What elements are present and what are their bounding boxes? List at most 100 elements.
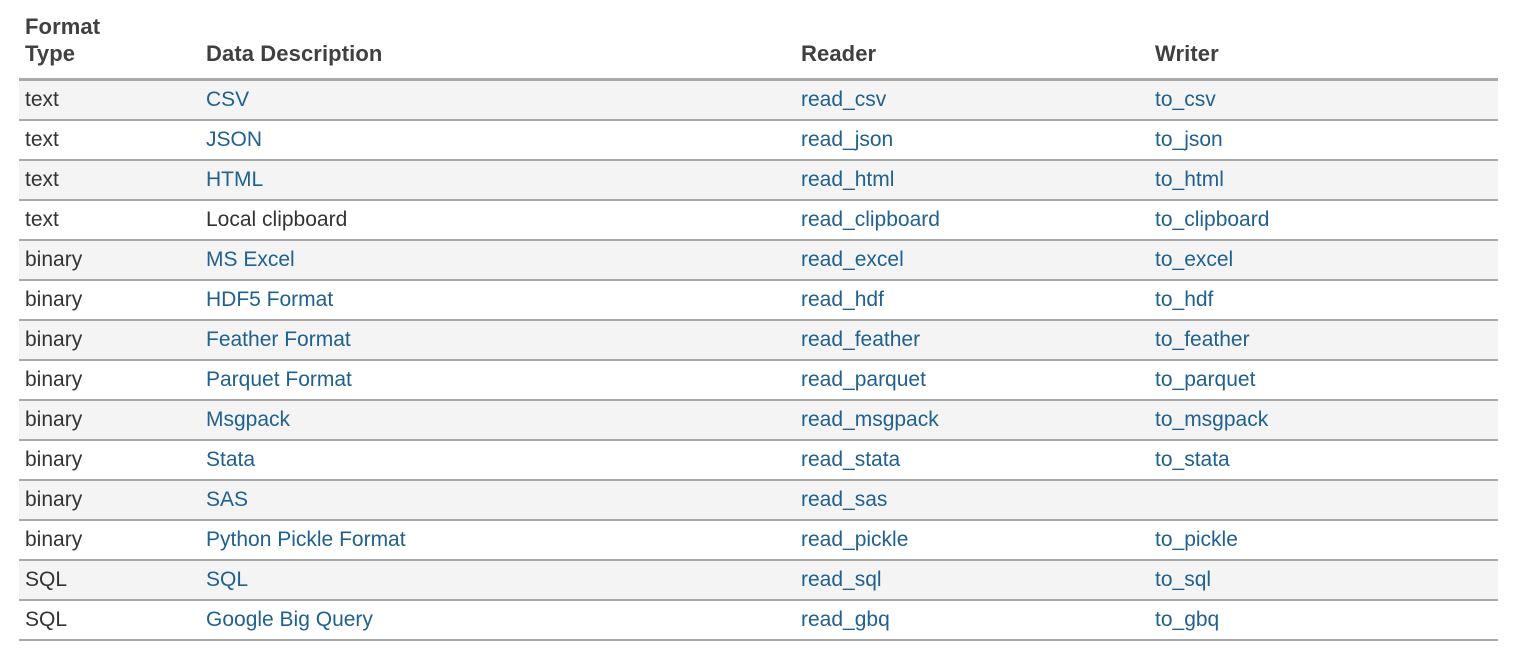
table-row: binary Stata read_stata to_stata: [19, 439, 1498, 481]
data-description-link[interactable]: JSON: [206, 128, 262, 151]
table-row: SQL Google Big Query read_gbq to_gbq: [19, 599, 1498, 641]
writer-link[interactable]: to_json: [1155, 128, 1223, 151]
reader-link[interactable]: read_sas: [801, 488, 887, 511]
cell-data-description[interactable]: Msgpack: [206, 399, 801, 441]
writer-link[interactable]: to_gbq: [1155, 608, 1219, 631]
cell-data-description[interactable]: Stata: [206, 439, 801, 481]
column-header-format-type-line2: Type: [25, 40, 76, 66]
writer-link[interactable]: to_pickle: [1155, 528, 1238, 551]
cell-reader[interactable]: read_csv: [801, 79, 1155, 121]
reader-link[interactable]: read_msgpack: [801, 408, 939, 431]
reader-link[interactable]: read_hdf: [801, 288, 884, 311]
reader-link[interactable]: read_feather: [801, 328, 920, 351]
cell-reader[interactable]: read_hdf: [801, 279, 1155, 321]
column-header-format-type: Format Type: [19, 14, 206, 81]
reader-link[interactable]: read_sql: [801, 568, 882, 591]
cell-writer[interactable]: to_msgpack: [1155, 399, 1498, 441]
writer-link[interactable]: to_hdf: [1155, 288, 1213, 311]
cell-reader[interactable]: read_feather: [801, 319, 1155, 361]
reader-link[interactable]: read_stata: [801, 448, 900, 471]
cell-writer[interactable]: to_hdf: [1155, 279, 1498, 321]
cell-reader[interactable]: read_parquet: [801, 359, 1155, 401]
cell-writer[interactable]: to_parquet: [1155, 359, 1498, 401]
data-description-link[interactable]: Feather Format: [206, 328, 351, 351]
cell-reader[interactable]: read_sas: [801, 479, 1155, 521]
writer-link[interactable]: to_feather: [1155, 328, 1250, 351]
cell-data-description[interactable]: Feather Format: [206, 319, 801, 361]
cell-reader[interactable]: read_clipboard: [801, 199, 1155, 241]
writer-link[interactable]: to_html: [1155, 168, 1224, 191]
format-type-text: text: [25, 167, 59, 191]
cell-data-description[interactable]: CSV: [206, 79, 801, 121]
data-description-link[interactable]: Msgpack: [206, 408, 290, 431]
cell-reader[interactable]: read_msgpack: [801, 399, 1155, 441]
cell-writer[interactable]: to_feather: [1155, 319, 1498, 361]
writer-link[interactable]: to_sql: [1155, 568, 1211, 591]
reader-link[interactable]: read_excel: [801, 248, 904, 271]
format-type-text: text: [25, 87, 59, 111]
cell-reader[interactable]: read_pickle: [801, 519, 1155, 561]
cell-writer[interactable]: to_pickle: [1155, 519, 1498, 561]
writer-link[interactable]: to_clipboard: [1155, 208, 1269, 231]
cell-data-description[interactable]: Google Big Query: [206, 599, 801, 641]
reader-link[interactable]: read_json: [801, 128, 893, 151]
column-header-writer: Writer: [1155, 14, 1498, 81]
column-header-reader: Reader: [801, 14, 1155, 81]
cell-reader[interactable]: read_json: [801, 119, 1155, 161]
cell-reader[interactable]: read_gbq: [801, 599, 1155, 641]
cell-reader[interactable]: read_sql: [801, 559, 1155, 601]
cell-format-type: binary: [19, 439, 206, 481]
cell-writer[interactable]: to_json: [1155, 119, 1498, 161]
data-description-link[interactable]: Python Pickle Format: [206, 528, 406, 551]
cell-writer[interactable]: to_clipboard: [1155, 199, 1498, 241]
cell-writer[interactable]: to_html: [1155, 159, 1498, 201]
data-description-link[interactable]: CSV: [206, 88, 249, 111]
writer-link[interactable]: to_stata: [1155, 448, 1230, 471]
cell-writer[interactable]: to_stata: [1155, 439, 1498, 481]
cell-format-type: text: [19, 119, 206, 161]
data-description-link[interactable]: Parquet Format: [206, 368, 352, 391]
format-type-text: binary: [25, 287, 83, 311]
cell-format-type: binary: [19, 239, 206, 281]
table-row: binary HDF5 Format read_hdf to_hdf: [19, 279, 1498, 321]
reader-link[interactable]: read_csv: [801, 88, 886, 111]
writer-link[interactable]: to_msgpack: [1155, 408, 1268, 431]
writer-link[interactable]: to_parquet: [1155, 368, 1255, 391]
format-type-text: binary: [25, 447, 83, 471]
table-row: binary Python Pickle Format read_pickle to_…: [19, 519, 1498, 561]
cell-data-description[interactable]: Parquet Format: [206, 359, 801, 401]
reader-link[interactable]: read_parquet: [801, 368, 926, 391]
reader-link[interactable]: read_clipboard: [801, 208, 940, 231]
cell-writer[interactable]: to_gbq: [1155, 599, 1498, 641]
cell-data-description[interactable]: JSON: [206, 119, 801, 161]
cell-reader[interactable]: read_html: [801, 159, 1155, 201]
table-row: binary SAS read_sas: [19, 479, 1498, 521]
data-description-link[interactable]: MS Excel: [206, 248, 295, 271]
cell-data-description[interactable]: MS Excel: [206, 239, 801, 281]
table-row: text Local clipboard read_clipboard to_clip…: [19, 199, 1498, 241]
cell-data-description[interactable]: HTML: [206, 159, 801, 201]
table-header-row: Format Type Data Description Reader Writ…: [19, 14, 1498, 81]
cell-data-description[interactable]: Python Pickle Format: [206, 519, 801, 561]
writer-link[interactable]: to_excel: [1155, 248, 1233, 271]
cell-reader[interactable]: read_excel: [801, 239, 1155, 281]
table-row: binary Parquet Format read_parquet to_parqu…: [19, 359, 1498, 401]
data-description-link[interactable]: HDF5 Format: [206, 288, 333, 311]
cell-data-description[interactable]: SAS: [206, 479, 801, 521]
cell-writer[interactable]: to_sql: [1155, 559, 1498, 601]
cell-format-type: binary: [19, 399, 206, 441]
cell-writer[interactable]: to_csv: [1155, 79, 1498, 121]
cell-data-description[interactable]: HDF5 Format: [206, 279, 801, 321]
data-description-link[interactable]: Google Big Query: [206, 608, 373, 631]
writer-link[interactable]: to_csv: [1155, 88, 1216, 111]
reader-link[interactable]: read_pickle: [801, 528, 908, 551]
reader-link[interactable]: read_html: [801, 168, 894, 191]
cell-writer[interactable]: to_excel: [1155, 239, 1498, 281]
cell-reader[interactable]: read_stata: [801, 439, 1155, 481]
data-description-link[interactable]: HTML: [206, 168, 263, 191]
data-description-link[interactable]: SAS: [206, 488, 248, 511]
data-description-link[interactable]: Stata: [206, 448, 255, 471]
reader-link[interactable]: read_gbq: [801, 608, 890, 631]
cell-data-description[interactable]: SQL: [206, 559, 801, 601]
data-description-link[interactable]: SQL: [206, 568, 248, 591]
